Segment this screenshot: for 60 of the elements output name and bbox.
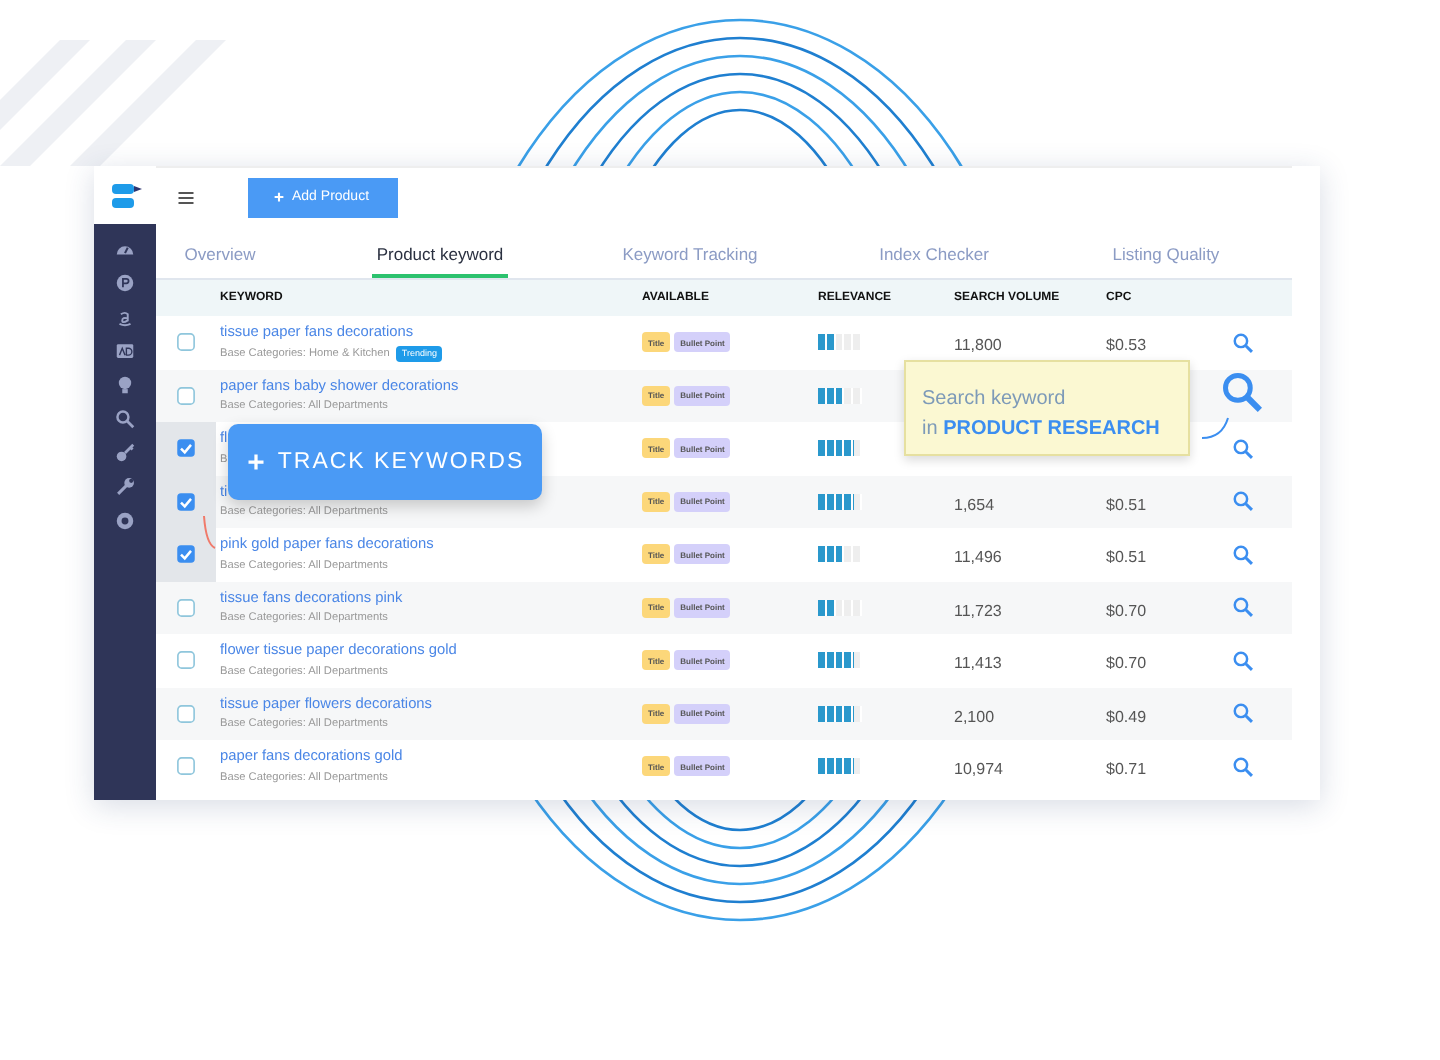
search-volume: 11,800 (954, 336, 1002, 355)
search-volume: 10,974 (954, 760, 1003, 779)
menu-icon[interactable] (176, 187, 196, 207)
relevance-meter (818, 705, 862, 722)
search-icon[interactable] (1231, 596, 1253, 619)
relevance-meter (818, 493, 862, 510)
coin-icon[interactable] (114, 272, 136, 294)
checkbox[interactable] (176, 703, 196, 724)
cpc-value: $0.53 (1106, 336, 1147, 355)
ad-icon[interactable] (114, 340, 136, 362)
cpc-value: $0.51 (1106, 548, 1147, 567)
checkbox[interactable] (176, 385, 196, 406)
checkbox[interactable] (176, 491, 196, 512)
tooltip: Search keyword in PRODUCT RESEARCH (904, 360, 1190, 456)
checkbox[interactable] (176, 438, 196, 459)
search-volume: 11,496 (954, 548, 1002, 567)
relevance-meter (818, 440, 862, 457)
cpc-value: $0.51 (1106, 495, 1147, 514)
search-icon[interactable] (1231, 543, 1253, 566)
search-icon[interactable] (1231, 649, 1253, 672)
relevance-meter (818, 334, 862, 351)
letter-a-icon[interactable] (114, 306, 136, 328)
search-icon[interactable] (1231, 490, 1253, 513)
search-icon[interactable] (1231, 331, 1253, 354)
relevance-meter (818, 387, 862, 404)
search-icon[interactable] (1231, 755, 1253, 778)
search-icon[interactable] (1231, 702, 1253, 725)
checkbox[interactable] (176, 756, 196, 777)
search-icon[interactable] (114, 408, 136, 430)
checkbox[interactable] (176, 650, 196, 671)
tab[interactable]: Listing Quality (1108, 238, 1224, 278)
checkbox[interactable] (176, 332, 196, 353)
plus-icon (272, 190, 286, 204)
cpc-value: $0.49 (1106, 707, 1147, 726)
search-icon[interactable] (1231, 437, 1253, 460)
search-volume: 11,723 (954, 601, 1002, 620)
key-icon[interactable] (114, 442, 136, 464)
relevance-meter (818, 652, 862, 669)
relevance-meter (818, 546, 862, 563)
search-volume: 11,413 (954, 654, 1002, 673)
leader-line (202, 514, 216, 550)
cpc-value: $0.70 (1106, 601, 1147, 620)
cpc-value: $0.70 (1106, 654, 1147, 673)
track-keywords-button[interactable]: TRACK KEYWORDS (228, 424, 542, 500)
search-icon[interactable] (1220, 369, 1264, 414)
search-volume: 2,100 (954, 707, 995, 726)
relevance-meter (818, 599, 862, 616)
tab[interactable]: Overview (180, 238, 260, 278)
relevance-meter (818, 758, 862, 775)
checkbox[interactable] (176, 544, 196, 565)
search-volume: 1,654 (954, 495, 995, 514)
tab[interactable]: Keyword Tracking (618, 238, 762, 278)
tab[interactable]: Index Checker (875, 238, 993, 278)
wrench-icon[interactable] (114, 476, 136, 498)
leader-line (1200, 416, 1230, 440)
lightbulb-icon[interactable] (114, 374, 136, 396)
checkbox[interactable] (176, 597, 196, 618)
cpc-value: $0.71 (1106, 760, 1147, 779)
logo-icon (109, 179, 141, 211)
plus-icon (245, 452, 266, 472)
